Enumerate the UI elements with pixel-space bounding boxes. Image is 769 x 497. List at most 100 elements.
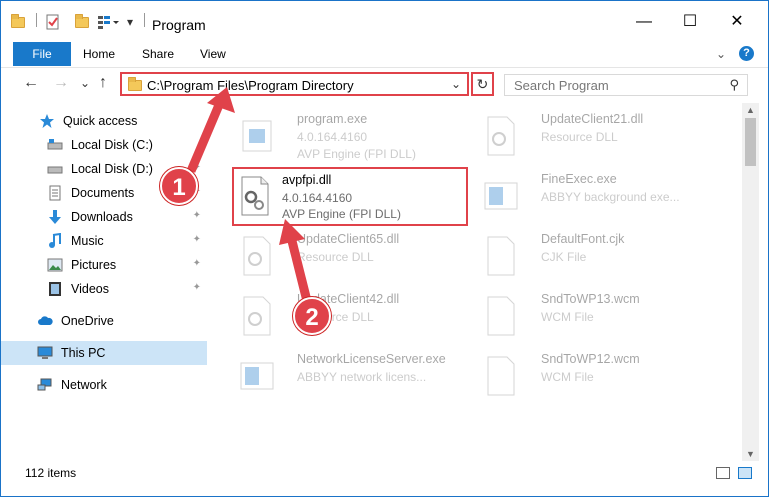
sidebar-item-this-pc[interactable]: This PC — [1, 341, 207, 365]
tab-file[interactable]: File — [13, 42, 71, 66]
file-item[interactable]: DefaultFont.cjk CJK File — [477, 227, 717, 287]
tab-home[interactable]: Home — [83, 42, 115, 66]
file-description: WCM File — [541, 370, 594, 384]
divider — [36, 13, 37, 27]
minimize-button[interactable]: — — [629, 11, 659, 33]
file-name: avpfpi.dll — [282, 173, 332, 187]
properties-icon[interactable] — [45, 13, 61, 31]
search-box[interactable]: Search Program ⚲ — [504, 74, 748, 96]
sidebar-item-label: Quick access — [63, 114, 138, 128]
dll-icon — [483, 115, 519, 157]
pin-icon[interactable]: ✦ — [193, 234, 201, 245]
file-version: 4.0.164.4160 — [297, 130, 368, 144]
vertical-scrollbar[interactable]: ▲ ▼ — [742, 103, 759, 461]
sidebar-item-label: OneDrive — [61, 314, 114, 328]
drive-icon — [47, 137, 63, 153]
downloads-icon — [47, 209, 63, 225]
cloud-icon — [37, 313, 53, 329]
computer-icon — [37, 345, 53, 361]
file-item[interactable]: FineExec.exe ABBYY background exe... — [477, 167, 717, 227]
sidebar-item-label: Videos — [71, 282, 109, 296]
sidebar-item-label: Documents — [71, 186, 135, 200]
tab-view[interactable]: View — [200, 42, 226, 66]
sidebar-item-label: Local Disk (D:) — [71, 162, 153, 176]
sidebar-item-onedrive[interactable]: OneDrive — [1, 309, 207, 333]
navigation-pane: Quick access Local Disk (C:) Local Disk … — [1, 103, 207, 461]
file-description: ABBYY network licens... — [297, 370, 427, 384]
exe-icon — [239, 355, 275, 397]
details-view-icon[interactable] — [716, 467, 730, 479]
customize-quick-access-icon[interactable] — [97, 13, 119, 31]
file-item[interactable]: SndToWP12.wcm WCM File — [477, 347, 717, 407]
address-dropdown-icon[interactable]: ⌄ — [451, 77, 461, 91]
file-item[interactable]: NetworkLicenseServer.exe ABBYY network l… — [233, 347, 473, 407]
scroll-up-icon[interactable]: ▲ — [746, 105, 755, 115]
address-bar[interactable]: C:\Program Files\Program Directory ⌄ — [120, 72, 469, 96]
highlighted-file-item[interactable]: avpfpi.dll 4.0.164.4160 AVP Engine (FPI … — [232, 167, 468, 226]
sidebar-item-label: Downloads — [71, 210, 133, 224]
pin-icon[interactable]: ✦ — [193, 210, 201, 221]
address-row: ← → ⌄ ↑ C:\Program Files\Program Directo… — [1, 67, 768, 101]
scrollbar-thumb[interactable] — [745, 118, 756, 166]
status-bar: 112 items — [1, 461, 768, 485]
sidebar-item-quick-access[interactable]: Quick access — [1, 109, 207, 133]
up-button[interactable]: ↑ — [99, 74, 107, 92]
file-name: DefaultFont.cjk — [541, 232, 625, 246]
close-button[interactable]: ✕ — [722, 11, 752, 33]
file-item[interactable]: SndToWP13.wcm WCM File — [477, 287, 717, 347]
folder-icon — [128, 77, 142, 94]
scroll-down-icon[interactable]: ▼ — [746, 449, 755, 459]
star-icon — [39, 113, 55, 129]
file-item[interactable]: UpdateClient42.dll Resource DLL — [233, 287, 473, 347]
file-version: 4.0.164.4160 — [282, 191, 353, 205]
large-icons-view-icon[interactable] — [738, 467, 752, 479]
file-item[interactable]: program.exe 4.0.164.4160 AVP Engine (FPI… — [233, 107, 473, 167]
pin-icon[interactable]: ✦ — [193, 258, 201, 269]
sidebar-item-videos[interactable]: Videos ✦ — [1, 277, 207, 301]
search-input[interactable]: Search Program — [514, 78, 609, 93]
new-folder-icon[interactable] — [75, 13, 89, 31]
documents-icon — [47, 185, 63, 201]
drive-icon — [47, 161, 63, 177]
search-icon[interactable]: ⚲ — [729, 77, 739, 93]
dll-icon — [239, 295, 275, 337]
divider — [144, 13, 145, 27]
network-icon — [37, 377, 53, 393]
file-name: program.exe — [297, 112, 368, 126]
file-name: SndToWP12.wcm — [541, 352, 640, 366]
file-name: SndToWP13.wcm — [541, 292, 640, 306]
file-item[interactable]: UpdateClient21.dll Resource DLL — [477, 107, 717, 167]
maximize-button[interactable]: ☐ — [675, 11, 705, 33]
videos-icon — [47, 281, 63, 297]
callout-step-2: 2 — [293, 297, 331, 335]
exe-icon — [239, 115, 275, 157]
forward-button[interactable]: → — [53, 74, 69, 92]
sidebar-item-music[interactable]: Music ✦ — [1, 229, 207, 253]
refresh-button[interactable]: ↻ — [471, 72, 494, 96]
sidebar-item-label: This PC — [61, 346, 106, 360]
pin-icon[interactable]: ✦ — [193, 162, 201, 173]
file-description: ABBYY background exe... — [541, 190, 680, 204]
dll-icon — [238, 175, 274, 217]
help-icon[interactable]: ? — [739, 46, 754, 61]
sidebar-item-label: Network — [61, 378, 107, 392]
sidebar-item-downloads[interactable]: Downloads ✦ — [1, 205, 207, 229]
tab-share[interactable]: Share — [142, 42, 174, 66]
recent-locations-button[interactable]: ⌄ — [80, 76, 90, 90]
file-list: program.exe 4.0.164.4160 AVP Engine (FPI… — [227, 103, 742, 461]
folder-icon — [11, 13, 25, 31]
file-icon — [483, 235, 519, 277]
file-description: Resource DLL — [297, 250, 374, 264]
quick-access-dropdown-icon[interactable]: ▾ — [127, 13, 133, 31]
pin-icon[interactable]: ✦ — [193, 282, 201, 293]
expand-ribbon-icon[interactable]: ⌄ — [716, 47, 726, 61]
file-description: AVP Engine (FPI DLL) — [282, 207, 401, 221]
exe-icon — [483, 175, 519, 217]
file-description: Resource DLL — [541, 130, 618, 144]
item-count: 112 items — [25, 466, 77, 480]
back-button[interactable]: ← — [23, 74, 39, 92]
sidebar-item-network[interactable]: Network — [1, 373, 207, 397]
sidebar-item-local-disk-c[interactable]: Local Disk (C:) — [1, 133, 207, 157]
file-item[interactable]: UpdateClient65.dll Resource DLL — [233, 227, 473, 287]
sidebar-item-pictures[interactable]: Pictures ✦ — [1, 253, 207, 277]
